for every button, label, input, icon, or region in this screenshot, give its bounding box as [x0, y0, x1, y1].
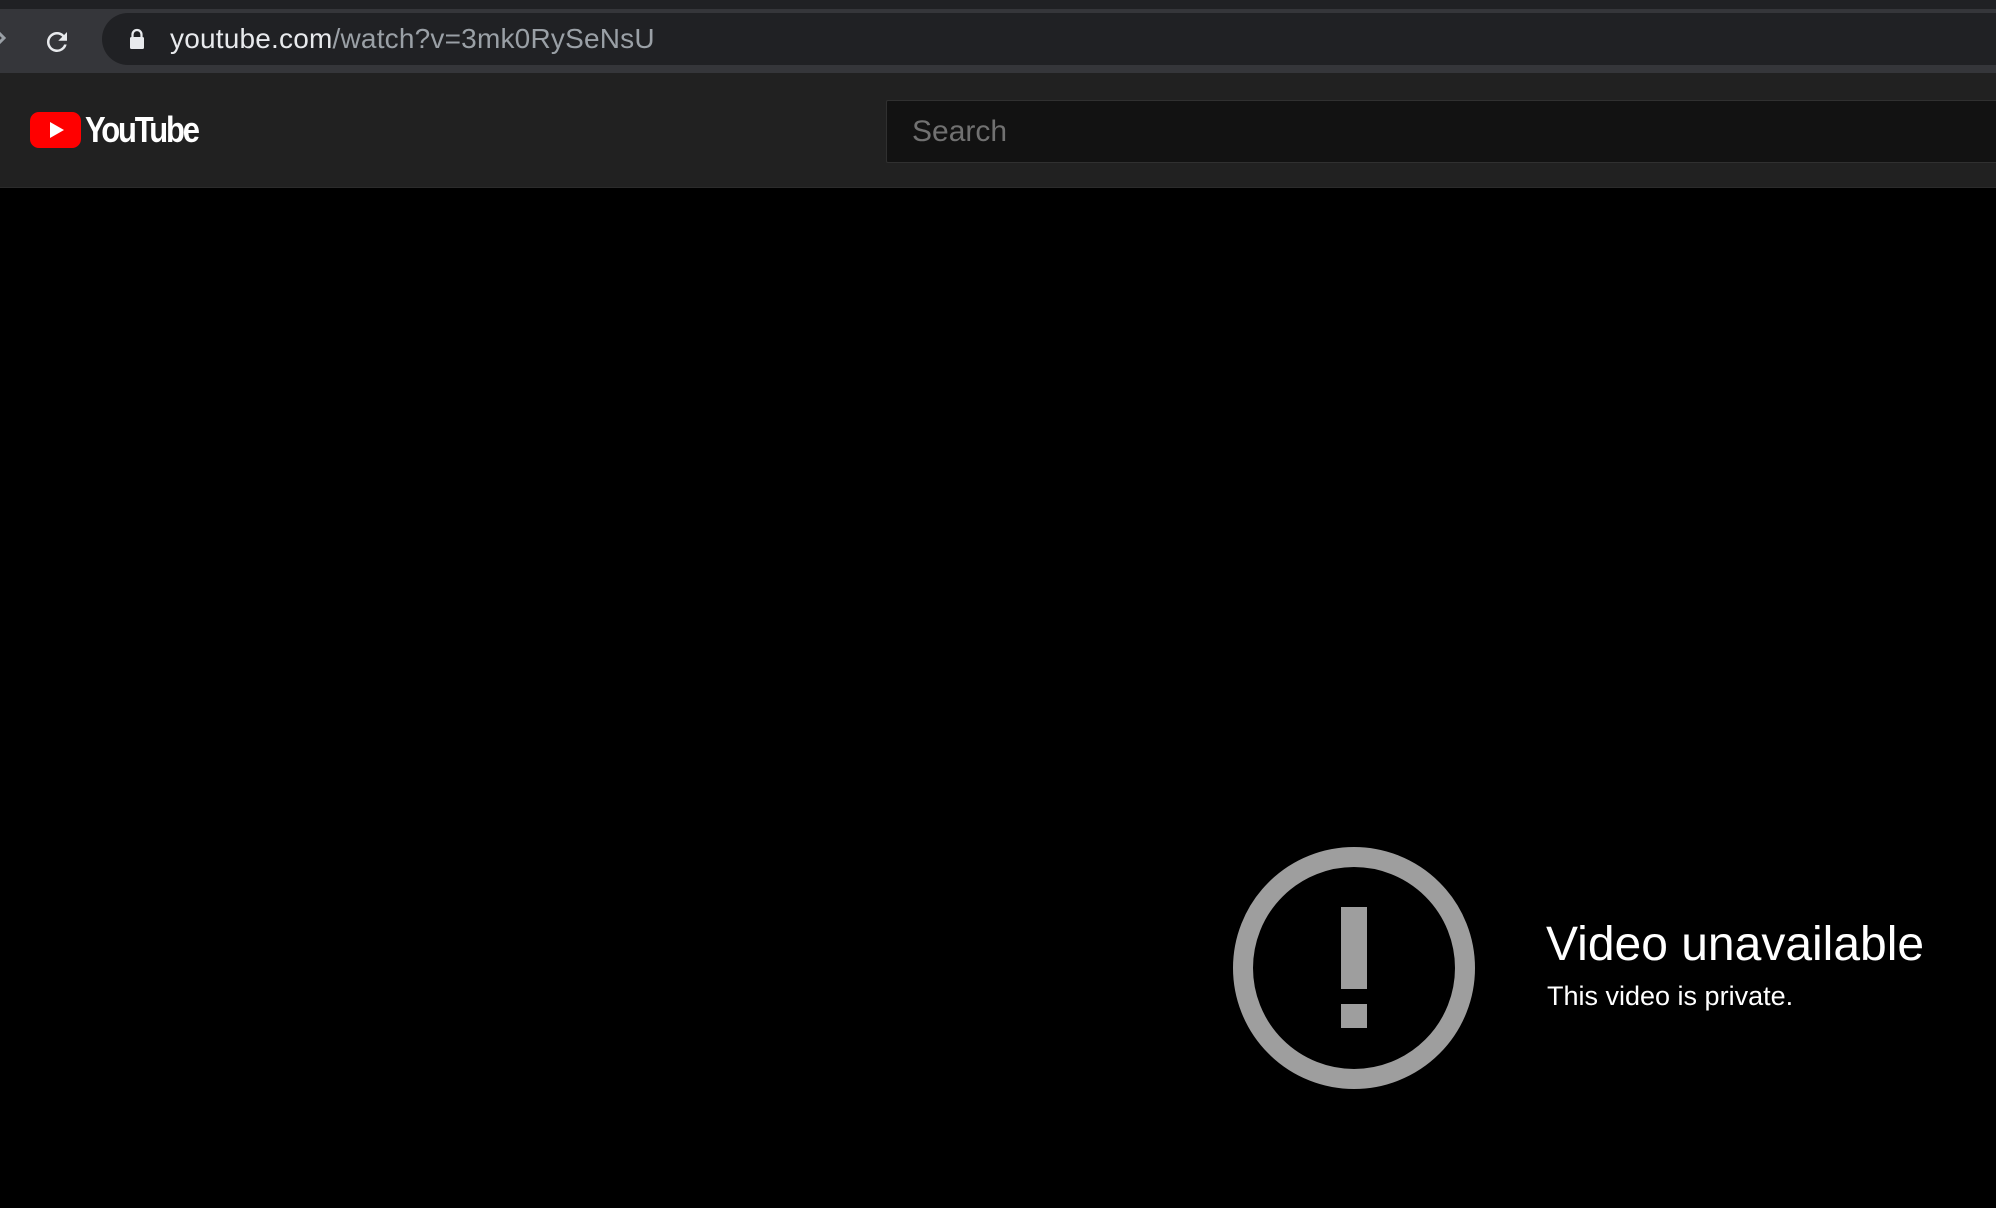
video-player [0, 188, 1996, 1208]
reload-icon [46, 31, 67, 52]
error-reason: This video is private. [1547, 981, 1794, 1011]
address-bar[interactable]: youtube.com/watch?v=3mk0RySeNsU [102, 13, 1996, 65]
youtube-play-icon [30, 112, 81, 148]
youtube-masthead: YouTube [0, 73, 1996, 188]
youtube-logo[interactable]: YouTube [30, 112, 216, 148]
url-text[interactable]: youtube.com/watch?v=3mk0RySeNsU [170, 13, 655, 65]
search-box[interactable] [886, 100, 1996, 163]
exclamation-circle-icon [1233, 847, 1475, 1089]
error-title: Video unavailable [1546, 918, 1925, 971]
lock-icon[interactable] [128, 28, 146, 50]
reload-button[interactable] [38, 23, 76, 61]
browser-toolbar: youtube.com/watch?v=3mk0RySeNsU [0, 0, 1996, 73]
forward-arrow-icon[interactable] [0, 26, 8, 50]
search-input[interactable] [887, 101, 1996, 162]
url-path: /watch?v=3mk0RySeNsU [332, 23, 655, 54]
youtube-logo-text: YouTube [85, 109, 200, 150]
url-host: youtube.com [170, 23, 333, 54]
